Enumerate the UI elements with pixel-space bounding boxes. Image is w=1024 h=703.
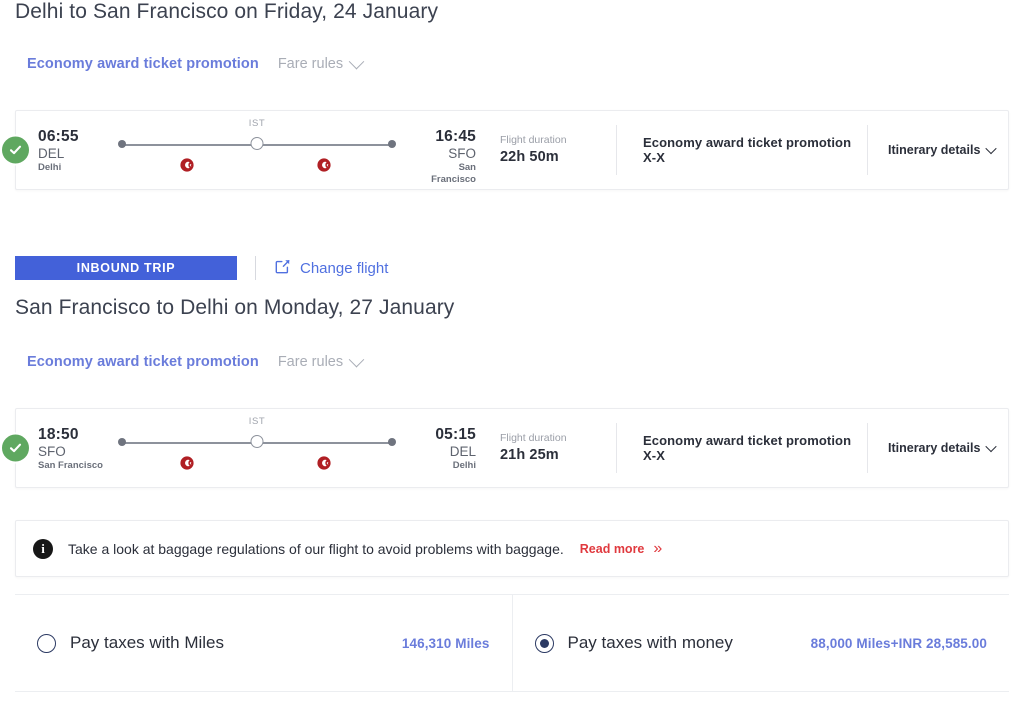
booking-summary-page: Delhi to San Francisco on Friday, 24 Jan… <box>0 0 1024 703</box>
outbound-duration: Flight duration 22h 50m <box>476 134 616 165</box>
pay-option-miles[interactable]: Pay taxes with Miles 146,310 Miles <box>15 595 512 691</box>
inbound-duration: Flight duration 21h 25m <box>476 432 616 463</box>
arrival-time: 16:45 <box>435 128 476 145</box>
outbound-arrival: 16:45 SFO San Francisco <box>410 110 476 186</box>
inbound-flight-card[interactable]: 18:50 SFO San Francisco IST 05:15 DEL De… <box>0 408 1009 488</box>
inbound-fare-rules-toggle[interactable]: Fare rules <box>277 351 365 370</box>
route-start-dot <box>118 140 126 148</box>
edit-icon <box>274 258 291 279</box>
outbound-itinerary-details-toggle[interactable]: Itinerary details <box>868 142 1008 157</box>
arrival-city-line2: Francisco <box>431 174 476 186</box>
outbound-route-segment: 06:55 DEL Delhi IST 16:45 SFO San Franci… <box>16 110 476 190</box>
inbound-trip-badge[interactable]: INBOUND TRIP <box>15 256 237 280</box>
read-more-link[interactable]: Read more <box>580 542 645 556</box>
inbound-trip-title: San Francisco to Delhi on Monday, 27 Jan… <box>15 296 454 320</box>
outbound-fare-rules-toggle[interactable]: Fare rules <box>277 53 365 72</box>
departure-airport-code: DEL <box>38 146 65 162</box>
baggage-notice-text: Take a look at baggage regulations of ou… <box>68 540 564 557</box>
pay-with-miles-label: Pay taxes with Miles <box>70 633 224 652</box>
departure-city: Delhi <box>38 162 62 174</box>
outbound-fare-row: Economy award ticket promotion Fare rule… <box>27 53 365 72</box>
outbound-title-text: Delhi to San Francisco on Friday, 24 Jan… <box>15 0 439 23</box>
divider <box>255 256 256 280</box>
outbound-flight-card[interactable]: 06:55 DEL Delhi IST 16:45 SFO San Franci… <box>0 110 1009 190</box>
arrival-airport-code: SFO <box>448 146 476 162</box>
departure-city: San Francisco <box>38 460 103 472</box>
inbound-fare-name[interactable]: Economy award ticket promotion <box>27 354 259 370</box>
arrival-city: San Francisco <box>410 162 476 186</box>
outbound-departure: 06:55 DEL Delhi <box>38 110 104 174</box>
pay-with-miles-amount: 146,310 Miles <box>401 635 490 651</box>
inbound-arrival: 05:15 DEL Delhi <box>410 408 476 472</box>
route-start-dot <box>118 438 126 446</box>
inbound-fare-row: Economy award ticket promotion Fare rule… <box>27 351 365 370</box>
inbound-departure: 18:50 SFO San Francisco <box>38 408 104 472</box>
route-end-dot <box>388 140 396 148</box>
airline-logo-icon <box>317 158 331 172</box>
outbound-route-line: IST <box>114 110 400 190</box>
arrival-airport-code: DEL <box>449 444 476 460</box>
pay-with-money-label: Pay taxes with money <box>567 633 733 652</box>
duration-label: Flight duration <box>500 134 567 147</box>
chevron-down-icon <box>348 53 365 69</box>
chevron-down-icon <box>348 351 365 367</box>
route-end-dot <box>388 438 396 446</box>
airline-logo-icon <box>180 158 194 172</box>
payment-options: Pay taxes with Miles 146,310 Miles Pay t… <box>15 594 1009 692</box>
duration-label: Flight duration <box>500 432 567 445</box>
departure-time: 06:55 <box>38 128 79 145</box>
info-icon: i <box>33 538 53 559</box>
outbound-trip-title: Delhi to San Francisco on Friday, 24 Jan… <box>15 0 438 24</box>
itinerary-details-label: Itinerary details <box>888 143 981 157</box>
inbound-route-segment: 18:50 SFO San Francisco IST 05:15 DEL De… <box>16 408 476 488</box>
chevron-down-icon <box>985 142 998 155</box>
stopover-dot <box>250 435 264 448</box>
pay-with-money-radio[interactable] <box>534 633 554 653</box>
airline-logo-icon <box>317 456 331 470</box>
pay-with-miles-radio[interactable] <box>37 633 56 653</box>
stopover-label: IST <box>248 118 266 129</box>
outbound-fare-name[interactable]: Economy award ticket promotion <box>27 56 259 72</box>
departure-airport-code: SFO <box>38 444 66 460</box>
pay-option-money[interactable]: Pay taxes with money 88,000 Miles+INR 28… <box>511 595 1010 691</box>
arrival-city: Delhi <box>452 460 476 472</box>
arrival-city-line1: San <box>458 162 476 174</box>
itinerary-details-label: Itinerary details <box>888 441 981 455</box>
arrival-time: 05:15 <box>435 426 476 443</box>
stopover-label: IST <box>248 416 266 427</box>
outbound-promotion-text: Economy award ticket promotion X-X <box>643 135 852 165</box>
double-chevron-right-icon[interactable]: » <box>653 540 662 557</box>
duration-value: 21h 25m <box>500 446 559 463</box>
stopover-dot <box>250 137 264 150</box>
airline-logo-icon <box>180 456 194 470</box>
outbound-fare-rules-label: Fare rules <box>277 56 344 72</box>
change-flight-label: Change flight <box>300 259 389 277</box>
change-flight-button[interactable]: Change flight <box>274 258 388 279</box>
pay-with-money-amount: 88,000 Miles+INR 28,585.00 <box>810 635 987 651</box>
departure-time: 18:50 <box>38 426 79 443</box>
inbound-header-row: INBOUND TRIP Change flight <box>15 256 388 280</box>
chevron-down-icon <box>985 440 998 453</box>
inbound-fare-rules-label: Fare rules <box>277 354 344 370</box>
inbound-itinerary-details-toggle[interactable]: Itinerary details <box>868 440 1008 455</box>
baggage-notice-banner: i Take a look at baggage regulations of … <box>15 520 1009 577</box>
inbound-promotion-text: Economy award ticket promotion X-X <box>643 433 852 463</box>
inbound-title-text: San Francisco to Delhi on Monday, 27 Jan… <box>15 296 455 319</box>
inbound-route-line: IST <box>114 408 400 488</box>
duration-value: 22h 50m <box>500 148 559 165</box>
